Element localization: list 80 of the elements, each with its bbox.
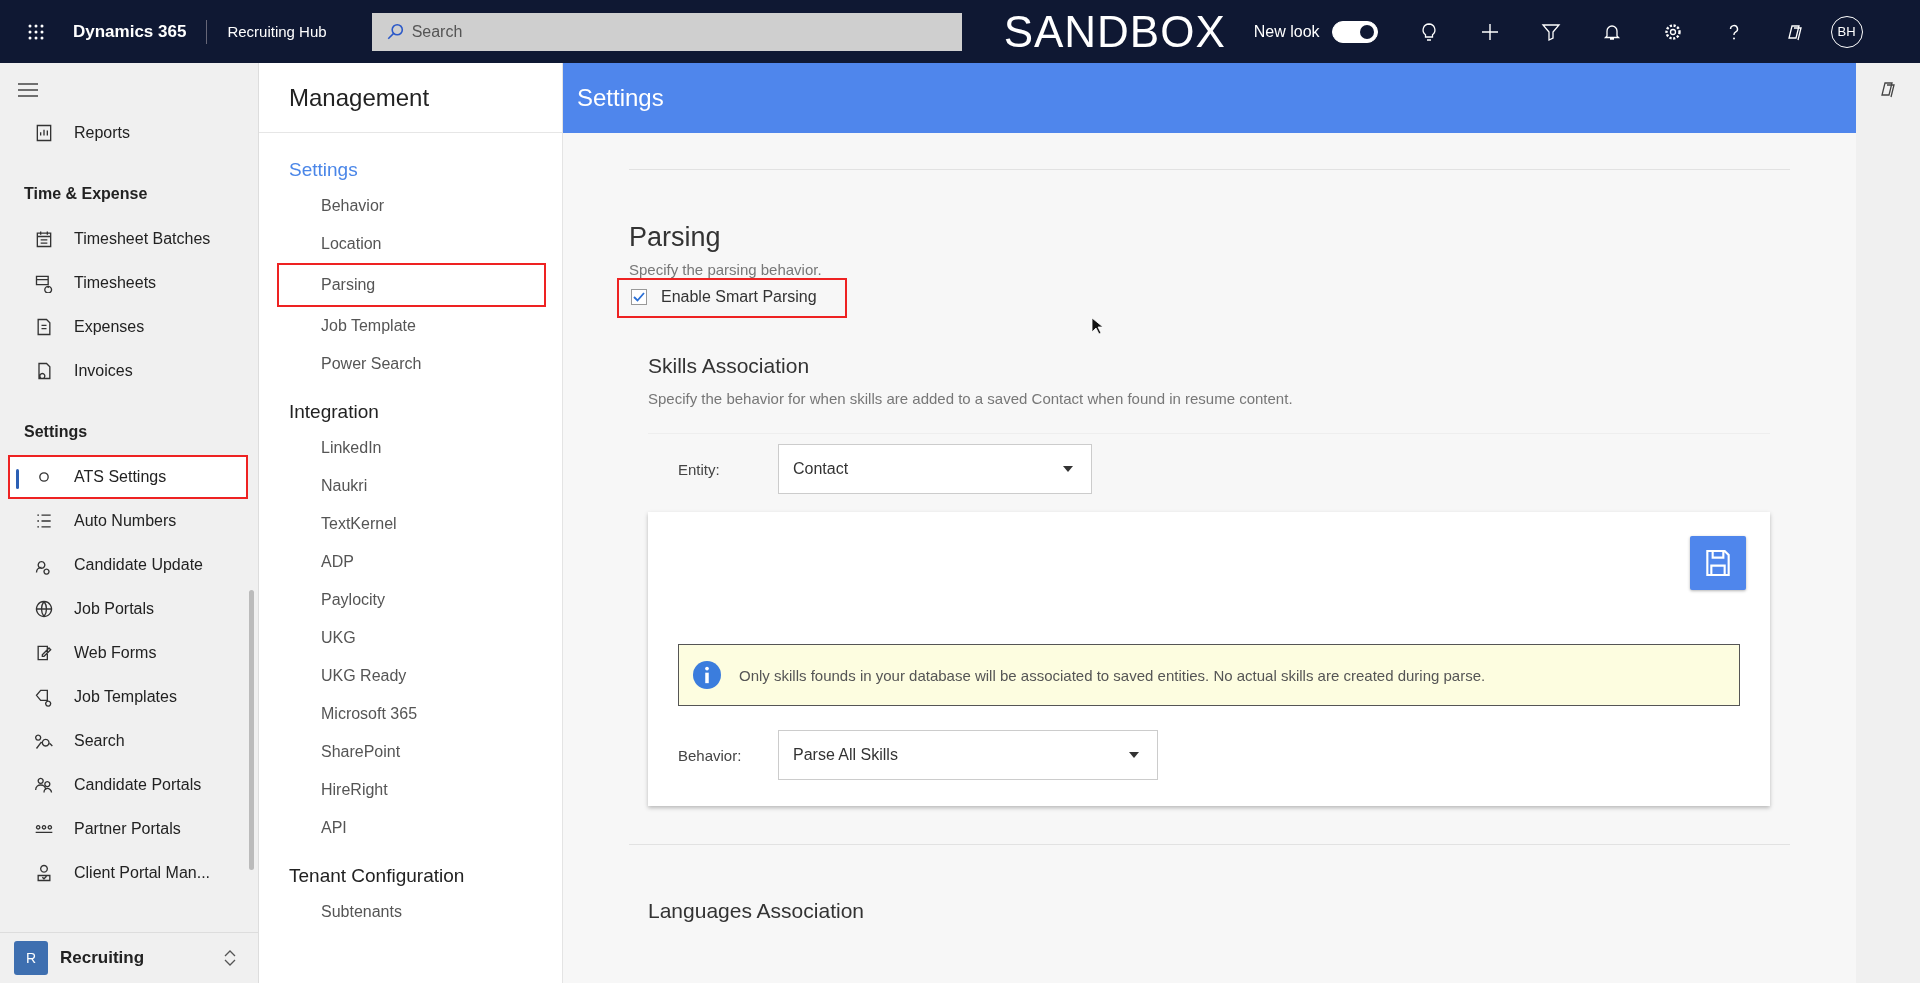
settings-link[interactable]: Paylocity xyxy=(277,581,546,619)
sidebar-item[interactable]: Job Templates xyxy=(8,675,248,719)
field-label: Entity: xyxy=(678,460,721,478)
sidebar-item[interactable]: ATS Settings xyxy=(8,455,248,499)
sidebar-item[interactable]: Reports xyxy=(8,111,248,155)
settings-link[interactable]: UKG xyxy=(277,619,546,657)
sidebar-item[interactable]: Candidate Update xyxy=(8,543,248,587)
mouse-pointer-icon xyxy=(1091,317,1103,335)
settings-link[interactable]: API xyxy=(277,809,546,847)
checkbox-label: Enable Smart Parsing xyxy=(661,288,817,306)
checkbox-row[interactable]: Enable Smart Parsing xyxy=(617,278,847,318)
caret-icon xyxy=(1129,752,1139,758)
chevron-icon xyxy=(224,949,236,967)
sidebar-item-icon xyxy=(34,687,54,707)
settings-link[interactable]: UKG Ready xyxy=(277,657,546,695)
plus-icon[interactable] xyxy=(1479,21,1500,42)
app-name[interactable]: Dynamics 365 xyxy=(73,21,187,42)
settings-link[interactable]: Behavior xyxy=(277,187,546,225)
group-title: Integration xyxy=(288,401,380,424)
environment-label: SANDBOX xyxy=(1003,6,1226,57)
sidebar-section-title: Settings xyxy=(23,422,89,442)
sidebar-item-icon xyxy=(34,599,54,619)
settings-link[interactable]: TextKernel xyxy=(277,505,546,543)
area-switcher[interactable]: R Recruiting xyxy=(0,932,258,983)
behavior-dropdown[interactable]: Parse All Skills xyxy=(778,730,1158,780)
page-title: Settings xyxy=(577,84,664,112)
sidebar-item[interactable]: Web Forms xyxy=(8,631,248,675)
settings-link[interactable]: ADP xyxy=(277,543,546,581)
new-look-label: New look xyxy=(1253,22,1320,41)
section-title: Parsing xyxy=(629,222,722,253)
field-label: Behavior: xyxy=(678,746,743,764)
settings-link[interactable]: LinkedIn xyxy=(277,429,546,467)
info-text: Only skills founds in your database will be associated to saved entities. No actual skills are created during parse. xyxy=(739,666,1486,684)
search-field[interactable]: Search xyxy=(371,12,962,51)
subsection-description: Specify the behavior for when skills are added to a saved Contact when found in resume content. xyxy=(648,390,1294,407)
settings-link[interactable]: HireRight xyxy=(277,771,546,809)
sidebar-item[interactable]: Expenses xyxy=(8,305,248,349)
settings-link[interactable]: Job Template xyxy=(277,307,546,345)
filter-icon[interactable] xyxy=(1540,21,1561,42)
area-badge: R xyxy=(14,941,48,975)
save-button[interactable] xyxy=(1690,536,1746,590)
menu-icon[interactable] xyxy=(18,83,38,97)
sidebar-item[interactable]: Partner Portals xyxy=(8,807,248,851)
new-look-toggle[interactable] xyxy=(1331,20,1378,43)
subsection-title: Languages Association xyxy=(648,899,865,923)
scrollbar[interactable] xyxy=(249,590,254,870)
sidebar-item-icon xyxy=(34,775,54,795)
caret-icon xyxy=(1063,466,1073,472)
sidebar-item[interactable]: Invoices xyxy=(8,349,248,393)
sidebar-item[interactable]: Candidate Portals xyxy=(8,763,248,807)
sidebar-item[interactable]: Timesheets xyxy=(8,261,248,305)
settings-link[interactable]: Power Search xyxy=(277,345,546,383)
sidebar-item[interactable]: Search xyxy=(8,719,248,763)
group-title: Tenant Configuration xyxy=(288,865,466,888)
app-launcher-icon[interactable] xyxy=(27,22,45,41)
settings-icon[interactable] xyxy=(1662,21,1683,42)
settings-link[interactable]: Subtenants xyxy=(277,893,546,931)
sidebar-item[interactable]: Job Portals xyxy=(8,587,248,631)
info-icon xyxy=(693,661,721,689)
group-title: Settings xyxy=(288,159,359,182)
settings-link[interactable]: SharePoint xyxy=(277,733,546,771)
sidebar-section-title: Time & Expense xyxy=(23,184,149,204)
settings-link[interactable]: Naukri xyxy=(277,467,546,505)
section-description: Specify the parsing behavior. xyxy=(629,261,823,278)
sidebar-item[interactable]: Client Portal Man... xyxy=(8,851,248,895)
search-icon xyxy=(385,22,404,41)
sidebar-item[interactable]: Auto Numbers xyxy=(8,499,248,543)
sidebar-item-icon xyxy=(34,123,54,143)
checkbox[interactable] xyxy=(631,289,647,305)
settings-link[interactable]: Parsing xyxy=(277,263,546,307)
subsection-title: Skills Association xyxy=(648,354,811,378)
sidebar-item-icon xyxy=(34,229,54,249)
area-switcher-label: Recruiting xyxy=(60,948,146,968)
area-name: Recruiting Hub xyxy=(227,23,327,40)
entity-dropdown[interactable]: Contact xyxy=(778,444,1092,494)
sidebar-item[interactable]: Timesheet Batches xyxy=(8,217,248,261)
sidebar-item-icon xyxy=(34,273,54,293)
settings-link[interactable]: Location xyxy=(277,225,546,263)
settings-link[interactable]: Microsoft 365 xyxy=(277,695,546,733)
panel-title: Management xyxy=(289,83,430,112)
